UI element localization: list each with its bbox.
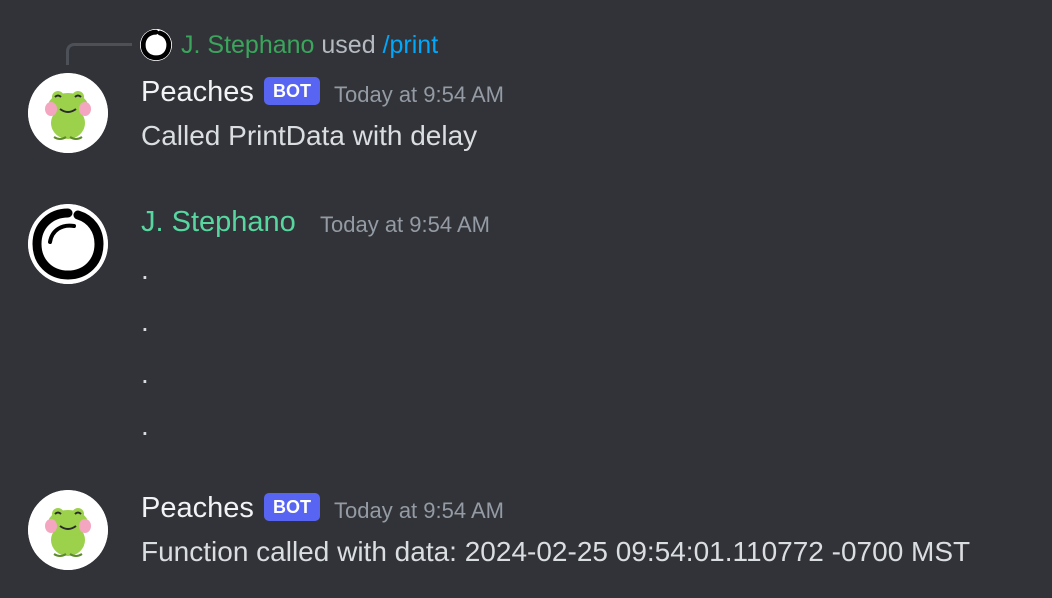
interaction-username[interactable]: J. Stephano bbox=[181, 31, 314, 59]
bot-tag-badge: BOT bbox=[264, 77, 320, 105]
message-timestamp[interactable]: Today at 9:54 AM bbox=[320, 212, 490, 238]
message-timestamp[interactable]: Today at 9:54 AM bbox=[334, 498, 504, 524]
message-line: . bbox=[141, 306, 149, 337]
message-author[interactable]: Peaches bbox=[141, 491, 254, 525]
frog-avatar-icon bbox=[28, 490, 108, 570]
message-author[interactable]: Peaches bbox=[141, 75, 254, 109]
message-timestamp[interactable]: Today at 9:54 AM bbox=[334, 82, 504, 108]
enso-circle-icon bbox=[140, 29, 172, 61]
bot-avatar[interactable] bbox=[28, 490, 108, 570]
message-author[interactable]: J. Stephano bbox=[141, 205, 296, 239]
bot-avatar[interactable] bbox=[28, 73, 108, 153]
interaction-command-link[interactable]: /print bbox=[383, 31, 439, 59]
message-content: Function called with data: 2024-02-25 09… bbox=[141, 536, 971, 567]
user-mini-avatar[interactable] bbox=[140, 29, 172, 61]
message-line: . bbox=[141, 358, 149, 389]
message-line: . bbox=[141, 254, 149, 285]
enso-circle-avatar-icon bbox=[28, 204, 108, 284]
user-avatar[interactable] bbox=[28, 204, 108, 284]
message-content: Called PrintData with delay bbox=[141, 120, 478, 151]
interaction-verb: used bbox=[321, 31, 376, 59]
frog-avatar-icon bbox=[28, 73, 108, 153]
reply-connector-line bbox=[66, 43, 132, 65]
message-line: . bbox=[141, 410, 149, 441]
interaction-header: J. Stephano used /print bbox=[181, 30, 438, 60]
bot-tag-badge: BOT bbox=[264, 493, 320, 521]
